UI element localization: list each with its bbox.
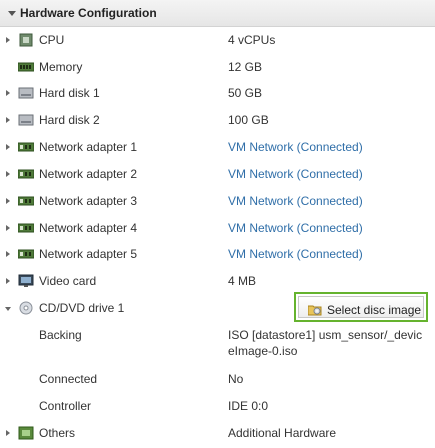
network-adapter-icon [18, 249, 34, 259]
expand-arrow-icon[interactable] [6, 117, 10, 123]
row-label: Network adapter 4 [39, 221, 138, 235]
network-link[interactable]: VM Network (Connected) [228, 194, 363, 208]
row-value: 12 GB [228, 60, 263, 74]
video-card-icon [18, 274, 34, 287]
expand-arrow-icon[interactable] [6, 144, 10, 150]
expand-arrow-icon[interactable] [6, 251, 10, 257]
hardware-row-network-adapter-3[interactable]: Network adapter 3 VM Network (Connected) [0, 188, 435, 215]
expand-arrow-icon[interactable] [6, 430, 10, 436]
hardware-row-video-card[interactable]: Video card 4 MB [0, 268, 435, 295]
expand-arrow-icon[interactable] [6, 198, 10, 204]
hardware-row-hard-disk-2[interactable]: Hard disk 2 100 GB [0, 107, 435, 134]
hardware-row-network-adapter-5[interactable]: Network adapter 5 VM Network (Connected) [0, 241, 435, 268]
row-label: CD/DVD drive 1 [39, 301, 125, 315]
cd-dvd-connected-row: Connected No [0, 366, 435, 393]
select-disc-image-button[interactable]: Select disc image [294, 292, 428, 322]
hardware-row-memory[interactable]: Memory 12 GB [0, 54, 435, 81]
network-link[interactable]: VM Network (Connected) [228, 167, 363, 181]
expand-arrow-icon[interactable] [6, 171, 10, 177]
cd-dvd-icon [19, 301, 33, 315]
hard-disk-icon [18, 114, 34, 126]
row-label: Network adapter 1 [39, 140, 138, 154]
network-adapter-icon [18, 196, 34, 206]
button-face[interactable]: Select disc image [298, 296, 424, 318]
connected-value: No [228, 372, 244, 386]
network-adapter-icon [18, 223, 34, 233]
backing-value-line-2: eImage-0.iso [228, 344, 298, 358]
cpu-icon [19, 33, 33, 47]
hardware-row-hard-disk-1[interactable]: Hard disk 1 50 GB [0, 80, 435, 107]
row-value: Additional Hardware [228, 426, 337, 440]
select-disc-image-label: Select disc image [327, 303, 422, 317]
hard-disk-icon [18, 87, 34, 99]
expand-arrow-icon[interactable] [6, 225, 10, 231]
row-label: Memory [39, 60, 83, 74]
expand-arrow-icon[interactable] [6, 278, 10, 284]
row-label: Hard disk 2 [39, 113, 100, 127]
others-icon [18, 426, 34, 440]
row-label: Others [39, 426, 76, 440]
network-link[interactable]: VM Network (Connected) [228, 221, 363, 235]
hardware-configuration-panel: Hardware Configuration CPU 4 vCPUs Memor… [0, 0, 435, 448]
section-header[interactable]: Hardware Configuration [0, 0, 435, 27]
row-value: 4 MB [228, 274, 257, 288]
row-label: Video card [39, 274, 97, 288]
row-label: Network adapter 5 [39, 247, 138, 261]
row-value: 4 vCPUs [228, 33, 276, 47]
controller-label: Controller [39, 399, 92, 413]
collapse-arrow-icon[interactable] [5, 307, 11, 311]
row-label: Network adapter 3 [39, 194, 138, 208]
row-value: 50 GB [228, 86, 263, 100]
hardware-row-network-adapter-1[interactable]: Network adapter 1 VM Network (Connected) [0, 134, 435, 161]
network-adapter-icon [18, 169, 34, 179]
row-label: CPU [39, 33, 65, 47]
row-label: Network adapter 2 [39, 167, 138, 181]
hardware-row-network-adapter-4[interactable]: Network adapter 4 VM Network (Connected) [0, 215, 435, 242]
row-value: 100 GB [228, 113, 269, 127]
hardware-row-others[interactable]: Others Additional Hardware [0, 420, 435, 447]
expand-arrow-icon[interactable] [6, 37, 10, 43]
section-title: Hardware Configuration [20, 6, 157, 20]
controller-value: IDE 0:0 [228, 399, 269, 413]
expand-arrow-icon[interactable] [6, 90, 10, 96]
backing-label: Backing [39, 328, 82, 342]
row-label: Hard disk 1 [39, 86, 100, 100]
network-link[interactable]: VM Network (Connected) [228, 247, 363, 261]
hardware-row-cpu[interactable]: CPU 4 vCPUs [0, 27, 435, 54]
connected-label: Connected [39, 372, 98, 386]
hardware-row-network-adapter-2[interactable]: Network adapter 2 VM Network (Connected) [0, 161, 435, 188]
cd-dvd-backing-row: Backing ISO [datastore1] usm_sensor/_dev… [0, 322, 435, 366]
collapse-caret-icon[interactable] [8, 11, 16, 16]
network-adapter-icon [18, 142, 34, 152]
memory-icon [18, 62, 34, 72]
cd-dvd-controller-row: Controller IDE 0:0 [0, 393, 435, 420]
folder-disc-icon [308, 305, 322, 316]
network-link[interactable]: VM Network (Connected) [228, 140, 363, 154]
backing-value-line-1: ISO [datastore1] usm_sensor/_devic [228, 328, 423, 342]
